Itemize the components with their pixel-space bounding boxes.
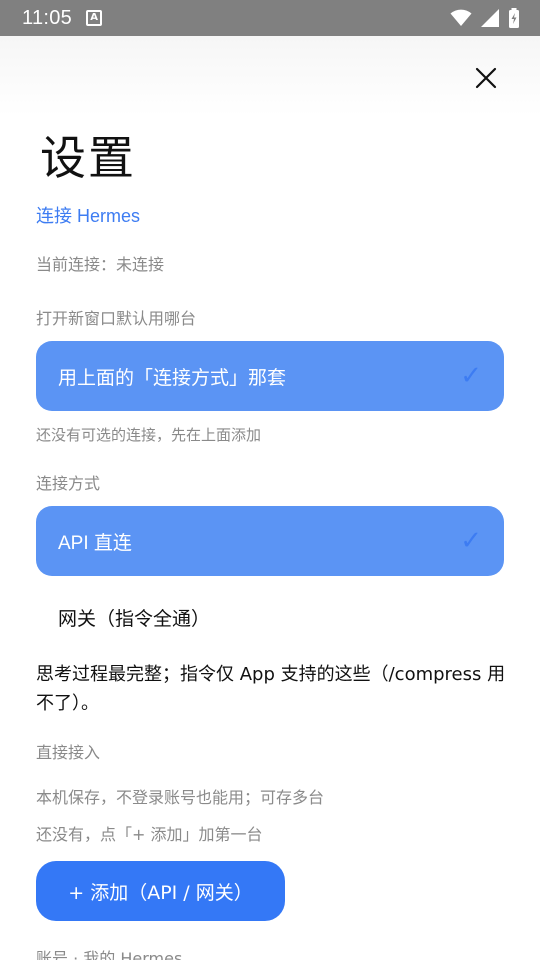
status-icons	[450, 8, 520, 28]
page-title: 设置	[40, 131, 136, 185]
connection-option-gateway[interactable]: 网关（指令全通）	[58, 604, 210, 631]
direct-access-label: 直接接入	[36, 743, 101, 762]
battery-charging-icon	[509, 8, 519, 28]
direct-access-note: 本机保存，不登录账号也能用；可存多台	[36, 788, 325, 807]
header-background	[0, 36, 540, 116]
check-icon: ✓	[460, 361, 482, 391]
notification-icon: A	[86, 10, 103, 26]
connection-method-label: 连接方式	[36, 474, 101, 493]
close-button[interactable]	[466, 58, 506, 98]
check-icon: ✓	[460, 526, 482, 556]
default-window-option-label: 用上面的「连接方式」那套	[58, 367, 287, 389]
connection-option-api-label: API 直连	[58, 532, 132, 554]
status-bar: 11:05 A	[0, 0, 540, 36]
connection-option-api[interactable]: API 直连 ✓	[36, 506, 504, 576]
default-window-label: 打开新窗口默认用哪台	[36, 309, 197, 328]
signal-icon	[481, 9, 499, 27]
close-icon	[475, 67, 497, 89]
status-time: 11:05	[22, 6, 73, 29]
default-window-hint: 还没有可选的连接，先在上面添加	[36, 426, 262, 444]
default-window-option[interactable]: 用上面的「连接方式」那套 ✓	[36, 341, 504, 411]
account-section-label: 账号 · 我的 Hermes	[36, 949, 183, 960]
add-connection-button[interactable]: + 添加（API / 网关）	[36, 861, 285, 921]
wifi-icon	[450, 9, 472, 26]
connection-status: 当前连接：未连接	[36, 255, 165, 274]
connection-method-description: 思考过程最完整；指令仅 App 支持的这些（/compress 用不了）。	[36, 664, 506, 714]
connect-hermes-link[interactable]: 连接 Hermes	[36, 202, 140, 228]
direct-access-empty: 还没有，点「+ 添加」加第一台	[36, 825, 263, 844]
